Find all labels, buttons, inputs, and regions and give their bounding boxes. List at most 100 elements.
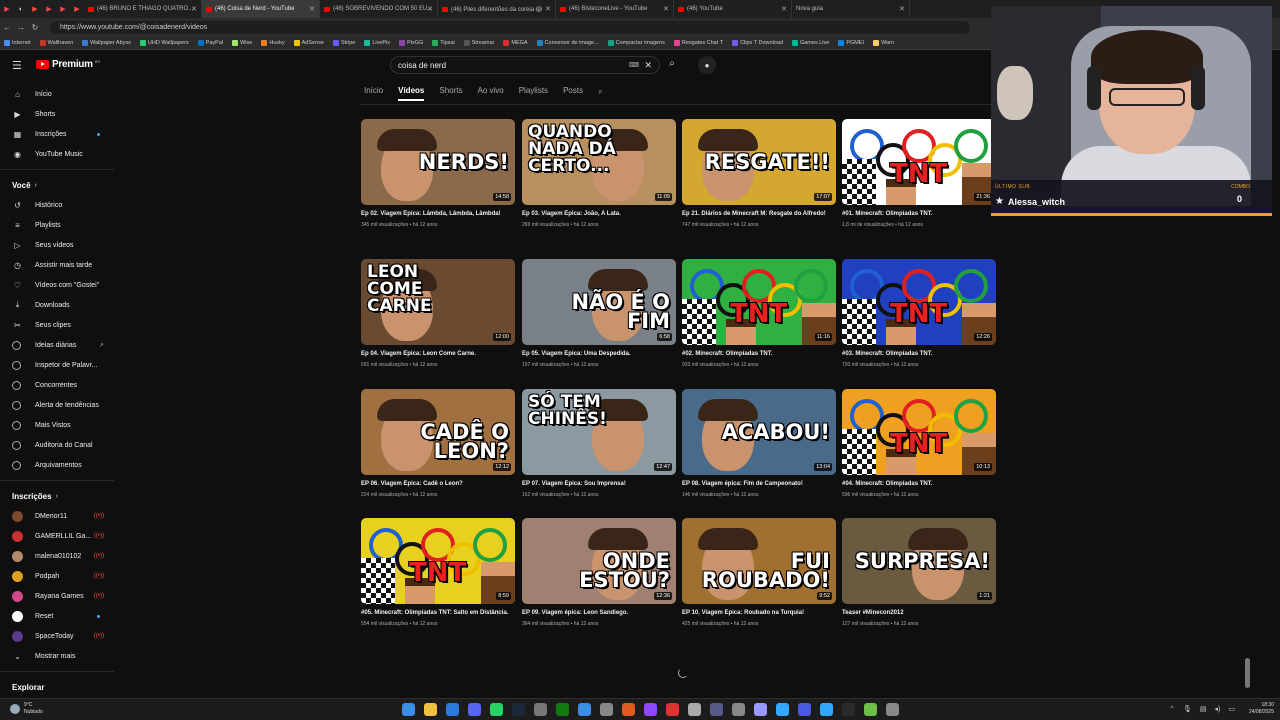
taskbar-app-icon[interactable] [446,703,459,716]
close-tab-icon[interactable]: ✕ [427,5,433,13]
taskbar-app-icon[interactable] [556,703,569,716]
bookmark-item[interactable]: Resgates Chat T [673,39,723,46]
video-title[interactable]: Ep 05. Viagem Épica: Uma Despedida. [522,350,676,359]
address-bar[interactable]: https://www.youtube.com/@coisadenerd/vid… [50,20,970,34]
video-title[interactable]: #01. Minecraft: Olimpíadas TNT. [842,210,996,219]
close-tab-icon[interactable]: ✕ [663,5,669,13]
browser-tab[interactable]: (46) Piles diferentões da coreia 😱 ✕ [438,0,556,18]
taskbar-app-icon[interactable] [864,703,877,716]
video-card[interactable]: ONDE ESTOU? 12:36 EP 09. Viagem épica: Leo… [522,518,676,627]
taskbar-app-icon[interactable] [534,703,547,716]
pinned-tab[interactable]: ▶ [28,0,42,18]
browser-tab[interactable]: Nova guia ✕ [792,0,910,18]
browser-tab[interactable]: (46) BisteconeLive - YouTube ✕ [556,0,674,18]
video-card[interactable]: RESGATE!! 17:07 Ep 21. Diários de Minecraf… [682,119,836,228]
network-icon[interactable]: ▤ [1200,705,1207,713]
sidebar-extension-item[interactable]: Concorrentes [0,375,120,395]
pinned-tab[interactable]: ▶ [0,0,14,18]
bookmark-item[interactable]: Tipsai [432,39,455,46]
sidebar-subscriptions-heading[interactable]: Inscrições › [0,486,120,506]
sidebar-extension-item[interactable]: Mais Vistos [0,415,120,435]
sidebar-item[interactable]: ♡ Vídeos com "Gostei" [0,275,120,295]
menu-icon[interactable]: ☰ [12,59,24,72]
video-title[interactable]: Teaser #Minecon2012 [842,609,996,618]
close-tab-icon[interactable]: ✕ [191,5,197,13]
video-card[interactable]: TNT 11:16 #02. Minecraft: Olimpíadas TNT. 9… [682,259,836,368]
sidebar-item[interactable]: ▷ Seus vídeos [0,235,120,255]
taskbar-app-icon[interactable] [468,703,481,716]
sidebar-item[interactable]: ⌂ Início [0,84,120,104]
bookmark-item[interactable]: Stripe [332,39,355,46]
chevron-up-icon[interactable]: ⌃ [1169,705,1175,713]
forward-icon[interactable]: → [14,23,28,32]
video-title[interactable]: EP 09. Viagem épica: Leon Sandiego. [522,609,676,618]
bookmark-item[interactable]: Internet [4,39,31,46]
bookmark-item[interactable]: PGMEI [838,39,864,46]
browser-tab[interactable]: (46) SOBREVIVENDO COM 50 EU... ✕ [320,0,438,18]
sidebar-extension-item[interactable]: Arquivamentos [0,455,120,475]
video-card[interactable]: SURPRESA! 1:21 Teaser #Minecon2012 127 mil … [842,518,996,627]
bookmark-item[interactable]: Wise [232,39,252,46]
bookmark-item[interactable]: AdSense [293,39,324,46]
taskbar-app-icon[interactable] [688,703,701,716]
video-thumbnail[interactable]: TNT 10:13 [842,389,996,475]
video-title[interactable]: EP 06. Viagem Épica: Cadê o Leon? [361,480,515,489]
sidebar-item[interactable]: ◉ YouTube Music [0,144,120,164]
weather-widget[interactable]: 9°C Nublado [10,702,43,716]
bookmark-item[interactable]: LivePix [364,39,390,46]
browser-tab[interactable]: (46) Coisa de Nerd - YouTube ✕ [202,0,320,18]
taskbar-app-icon[interactable] [512,703,525,716]
video-thumbnail[interactable]: CADÊ O LEON? 12:12 [361,389,515,475]
video-thumbnail[interactable]: ACABOU! 13:04 [682,389,836,475]
video-card[interactable]: NÃO É O FIM 6:58 Ep 05. Viagem Épica: Uma … [522,259,676,368]
tab-incio[interactable]: Início [364,86,383,98]
search-input[interactable]: coisa de nerd ⌨ ✕ [390,56,660,74]
clock[interactable]: 18:30 24/08/2025 [1249,702,1274,716]
sidebar-item[interactable]: ◷ Assistir mais tarde [0,255,120,275]
sidebar-extension-item[interactable]: Ideias diárias ↗ [0,335,120,355]
subscription-item[interactable]: malena010102 ((•)) [0,546,120,566]
video-thumbnail[interactable]: NÃO É O FIM 6:58 [522,259,676,345]
bookmark-item[interactable]: Compactar imagens [607,39,665,46]
channel-search-icon[interactable]: ⌕ [598,87,602,97]
back-icon[interactable]: ← [0,23,14,32]
bookmark-item[interactable]: Wallpaper Abyss [82,39,131,46]
video-title[interactable]: Ep 03. Viagem Épica: João, A Lata. [522,210,676,219]
video-thumbnail[interactable]: TNT 8:59 [361,518,515,604]
scrollbar-thumb[interactable] [1245,658,1250,688]
video-thumbnail[interactable]: NERDS! 14:58 [361,119,515,205]
taskbar-app-icon[interactable] [600,703,613,716]
video-thumbnail[interactable]: LEON COME CARNE 12:00 [361,259,515,345]
close-tab-icon[interactable]: ✕ [899,5,905,13]
sidebar-extension-item[interactable]: Inspetor de Palavr... [0,355,120,375]
taskbar-app-icon[interactable] [710,703,723,716]
taskbar-app-icon[interactable] [820,703,833,716]
close-tab-icon[interactable]: ✕ [545,5,551,13]
subscription-item[interactable]: GAMERLLIL Ga... ((•)) [0,526,120,546]
video-thumbnail[interactable]: RESGATE!! 17:07 [682,119,836,205]
video-card[interactable]: TNT 21:36 #01. Minecraft: Olimpíadas TNT. 1… [842,119,996,228]
bookmark-item[interactable]: Games Live [791,39,829,46]
video-title[interactable]: EP 07. Viagem Épica: Sou Imprensa! [522,480,676,489]
taskbar-app-icon[interactable] [644,703,657,716]
taskbar-app-icon[interactable] [666,703,679,716]
taskbar-app-icon[interactable] [490,703,503,716]
search-icon[interactable]: ⌕ [664,58,680,72]
bookmark-item[interactable]: UHD Wallpapers [139,39,189,46]
bookmark-item[interactable]: Wallhaven [39,39,73,46]
sidebar-item[interactable]: ▶ Shorts [0,104,120,124]
close-tab-icon[interactable]: ✕ [309,5,315,13]
video-card[interactable]: CADÊ O LEON? 12:12 EP 06. Viagem Épica: Ca… [361,389,515,498]
taskbar-app-icon[interactable] [622,703,635,716]
video-thumbnail[interactable]: ONDE ESTOU? 12:36 [522,518,676,604]
sidebar-item[interactable]: ↺ Histórico [0,195,120,215]
tab-shorts[interactable]: Shorts [439,86,462,98]
taskbar-app-icon[interactable] [732,703,745,716]
video-card[interactable]: TNT 8:59 #05. Minecraft: Olimpíadas TNT: S… [361,518,515,627]
sidebar-you-heading[interactable]: Você › [0,175,120,195]
bookmark-item[interactable]: PixGG [399,39,423,46]
close-tab-icon[interactable]: ✕ [781,5,787,13]
video-title[interactable]: Ep 02. Viagem Épica: Lâmbda, Lâmbda, Lâm… [361,210,515,219]
youtube-premium-logo[interactable]: Premium BR [36,59,100,70]
video-title[interactable]: #02. Minecraft: Olimpíadas TNT. [682,350,836,359]
